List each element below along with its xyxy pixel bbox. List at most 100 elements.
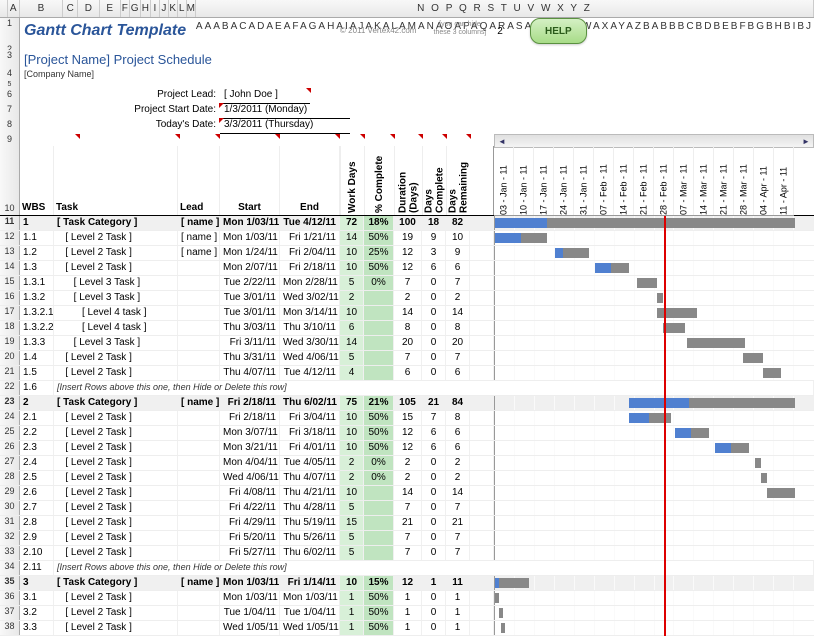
cell-days-complete[interactable]: 0 — [422, 531, 446, 545]
cell-spacer[interactable] — [470, 531, 494, 545]
cell-pct[interactable]: 50% — [364, 411, 394, 425]
cell-lead[interactable] — [178, 621, 220, 635]
cell-lead[interactable] — [178, 486, 220, 500]
cell-end[interactable]: Fri 3/04/11 — [280, 411, 340, 425]
cell-lead[interactable] — [178, 321, 220, 335]
cell-wbs[interactable]: 2.3 — [20, 441, 54, 455]
cell-lead[interactable] — [178, 441, 220, 455]
cell-days-complete[interactable]: 6 — [422, 441, 446, 455]
row-num[interactable]: 15 — [0, 276, 20, 290]
cell-start[interactable]: Fri 5/27/11 — [220, 546, 280, 560]
cell-days-complete[interactable]: 0 — [422, 306, 446, 320]
header-wbs[interactable]: WBS — [20, 146, 54, 215]
cell-start[interactable]: Tue 1/04/11 — [220, 606, 280, 620]
cell-lead[interactable] — [178, 276, 220, 290]
cell-days-remaining[interactable]: 7 — [446, 546, 470, 560]
comment-indicator-icon[interactable] — [219, 118, 224, 123]
cell-spacer[interactable] — [470, 336, 494, 350]
cell-duration[interactable]: 15 — [394, 411, 422, 425]
cell-days-complete[interactable]: 21 — [422, 396, 446, 410]
comment-indicator-icon[interactable] — [360, 134, 365, 139]
table-row[interactable]: 332.10 [ Level 2 Task ]Fri 5/27/11Thu 6/… — [0, 546, 814, 561]
header-days-complete[interactable]: Days Complete — [422, 146, 446, 215]
cell-start[interactable]: Fri 2/18/11 — [220, 411, 280, 425]
cell-workdays[interactable]: 10 — [340, 576, 364, 590]
col-I[interactable]: I — [151, 0, 160, 17]
cell-end[interactable]: Thu 6/02/11 — [280, 546, 340, 560]
row-num[interactable]: 16 — [0, 291, 20, 305]
header-lead[interactable]: Lead — [178, 146, 220, 215]
cell-start[interactable]: Mon 1/03/11 — [220, 591, 280, 605]
row-num[interactable]: 18 — [0, 321, 20, 335]
cell-pct[interactable]: 50% — [364, 441, 394, 455]
cell-lead[interactable] — [178, 606, 220, 620]
cell-start[interactable]: Fri 4/29/11 — [220, 516, 280, 530]
comment-indicator-icon[interactable] — [390, 134, 395, 139]
cell-spacer[interactable] — [470, 621, 494, 635]
table-row[interactable]: 322.9 [ Level 2 Task ]Fri 5/20/11Thu 5/2… — [0, 531, 814, 546]
cell-task[interactable]: [ Task Category ] — [54, 396, 178, 410]
cell-days-complete[interactable]: 0 — [422, 471, 446, 485]
cell-workdays[interactable]: 72 — [340, 216, 364, 230]
cell-workdays[interactable]: 75 — [340, 396, 364, 410]
row-num[interactable]: 17 — [0, 306, 20, 320]
cell-spacer[interactable] — [470, 456, 494, 470]
cell-wbs[interactable]: 2.11 — [20, 561, 54, 575]
cell-task[interactable]: [ Level 3 Task ] — [54, 291, 178, 305]
cell-days-complete[interactable]: 1 — [422, 576, 446, 590]
row-num-3[interactable]: 3 — [0, 50, 20, 68]
cell-task[interactable]: [ Level 4 task ] — [54, 321, 178, 335]
cell-start[interactable]: Wed 4/06/11 — [220, 471, 280, 485]
table-row[interactable]: 363.1 [ Level 2 Task ]Mon 1/03/11Mon 1/0… — [0, 591, 814, 606]
cell-task[interactable]: [ Level 2 Task ] — [54, 426, 178, 440]
cell-end[interactable]: Fri 2/18/11 — [280, 261, 340, 275]
cell-workdays[interactable]: 2 — [340, 456, 364, 470]
cell-pct[interactable] — [364, 351, 394, 365]
cell-spacer[interactable] — [470, 246, 494, 260]
col-D[interactable]: D — [78, 0, 99, 17]
cell-pct[interactable] — [364, 306, 394, 320]
cell-end[interactable]: Thu 4/21/11 — [280, 486, 340, 500]
cell-duration[interactable]: 12 — [394, 576, 422, 590]
row-num[interactable]: 24 — [0, 411, 20, 425]
table-row[interactable]: 171.3.2.1 [ Level 4 task ]Tue 3/01/11Mon… — [0, 306, 814, 321]
cell-days-remaining[interactable]: 20 — [446, 336, 470, 350]
cell-days-complete[interactable]: 18 — [422, 216, 446, 230]
cell-end[interactable]: Thu 3/10/11 — [280, 321, 340, 335]
cell-start[interactable]: Wed 1/05/11 — [220, 621, 280, 635]
table-row[interactable]: 292.6 [ Level 2 Task ]Fri 4/08/11Thu 4/2… — [0, 486, 814, 501]
cell-days-complete[interactable]: 0 — [422, 276, 446, 290]
cell-days-complete[interactable]: 0 — [422, 351, 446, 365]
cell-days-remaining[interactable]: 1 — [446, 621, 470, 635]
row-num-8[interactable]: 8 — [0, 119, 20, 134]
row-num[interactable]: 25 — [0, 426, 20, 440]
cell-spacer[interactable] — [470, 471, 494, 485]
cell-spacer[interactable] — [470, 576, 494, 590]
cell-lead[interactable]: [ name ] — [178, 231, 220, 245]
cell-task[interactable]: [ Level 2 Task ] — [54, 621, 178, 635]
cell-end[interactable]: Tue 1/04/11 — [280, 606, 340, 620]
col-G[interactable]: G — [130, 0, 141, 17]
cell-duration[interactable]: 105 — [394, 396, 422, 410]
cell-lead[interactable] — [178, 306, 220, 320]
cell-start[interactable]: Mon 1/03/11 — [220, 216, 280, 230]
cell-days-complete[interactable]: 0 — [422, 336, 446, 350]
cell-start[interactable]: Fri 4/08/11 — [220, 486, 280, 500]
table-row[interactable]: 232[ Task Category ][ name ]Fri 2/18/11T… — [0, 396, 814, 411]
row-num[interactable]: 12 — [0, 231, 20, 245]
cell-days-remaining[interactable]: 8 — [446, 411, 470, 425]
row-num[interactable]: 23 — [0, 396, 20, 410]
cell-days-complete[interactable]: 0 — [422, 606, 446, 620]
cell-workdays[interactable]: 2 — [340, 291, 364, 305]
cell-task[interactable]: [ Level 2 Task ] — [54, 366, 178, 380]
cell-days-remaining[interactable]: 6 — [446, 261, 470, 275]
cell-task[interactable]: [ Level 2 Task ] — [54, 606, 178, 620]
table-row[interactable]: 191.3.3 [ Level 3 Task ]Fri 3/11/11Wed 3… — [0, 336, 814, 351]
cell-task[interactable]: [ Task Category ] — [54, 216, 178, 230]
cell-pct[interactable]: 25% — [364, 246, 394, 260]
cell-days-remaining[interactable]: 7 — [446, 351, 470, 365]
cell-start[interactable]: Tue 3/01/11 — [220, 291, 280, 305]
cell-wbs[interactable]: 2.8 — [20, 516, 54, 530]
table-row[interactable]: 383.3 [ Level 2 Task ]Wed 1/05/11Wed 1/0… — [0, 621, 814, 636]
table-row[interactable]: 242.1 [ Level 2 Task ]Fri 2/18/11Fri 3/0… — [0, 411, 814, 426]
